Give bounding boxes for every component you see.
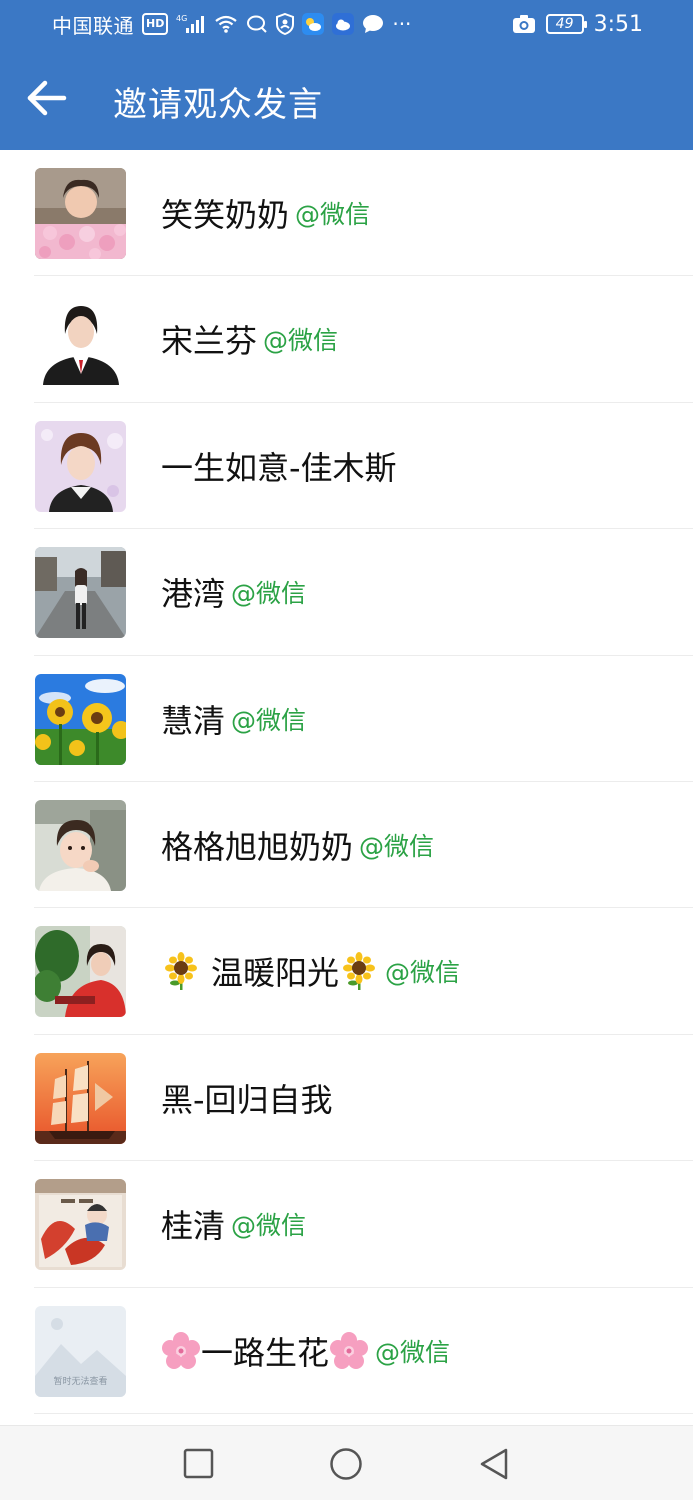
audience-name-wrap: 一路生花 @微信 bbox=[161, 1288, 450, 1414]
recents-square-icon bbox=[183, 1448, 214, 1479]
audience-name: 桂清 bbox=[161, 1207, 226, 1246]
avatar bbox=[35, 420, 126, 512]
wechat-tag: @微信 bbox=[295, 200, 371, 229]
audience-item[interactable]: 慧清 @微信 bbox=[0, 656, 693, 782]
audience-list: 笑笑奶奶 @微信 宋兰芬 @微信 一生如意-佳木斯 港湾 @微信 慧清 @微信 … bbox=[0, 150, 693, 1414]
placeholder-caption: 暂时无法查看 bbox=[53, 1375, 107, 1387]
app-bar: 邀请观众发言 bbox=[0, 48, 693, 150]
cloud-icon bbox=[332, 13, 355, 35]
wechat-tag: @微信 bbox=[231, 1211, 307, 1241]
message-search-icon bbox=[246, 13, 268, 35]
audience-name: 宋兰芬 bbox=[161, 322, 258, 361]
page-title: 邀请观众发言 bbox=[113, 85, 323, 125]
audience-name-wrap: 慧清 @微信 bbox=[161, 656, 306, 782]
network-label: 4G bbox=[176, 14, 187, 23]
audience-item[interactable]: 一生如意-佳木斯 bbox=[0, 403, 693, 530]
audience-item[interactable]: 港湾 @微信 bbox=[0, 529, 693, 656]
home-button[interactable] bbox=[326, 1444, 366, 1484]
back-button[interactable] bbox=[22, 76, 70, 120]
avatar bbox=[35, 547, 126, 639]
audience-item[interactable]: 宋兰芬 @微信 bbox=[0, 276, 693, 403]
divider bbox=[34, 1412, 693, 1414]
audience-item[interactable]: 笑笑奶奶 @微信 bbox=[0, 150, 693, 277]
hd-badge: HD bbox=[142, 13, 169, 35]
avatar bbox=[35, 1179, 126, 1271]
audience-name-wrap: 港湾 @微信 bbox=[161, 529, 306, 655]
status-bar: 中国联通 HD 4G ··· 49 3:51 bbox=[0, 0, 693, 48]
avatar bbox=[35, 673, 126, 765]
home-circle-icon bbox=[330, 1448, 362, 1480]
audience-name: 温暖阳光 bbox=[211, 954, 340, 993]
wechat-tag: @微信 bbox=[231, 705, 307, 735]
wechat-tag: @微信 bbox=[263, 326, 339, 356]
cherry-blossom-icon bbox=[329, 1331, 369, 1371]
status-time: 3:51 bbox=[593, 11, 643, 37]
chat-bubble-icon bbox=[362, 13, 384, 35]
status-left: 中国联通 HD 4G ··· bbox=[52, 12, 412, 38]
audience-name-wrap: 桂清 @微信 bbox=[161, 1161, 306, 1287]
recents-button[interactable] bbox=[178, 1444, 218, 1484]
avatar bbox=[35, 926, 126, 1018]
audience-name-wrap: 黑-回归自我 bbox=[161, 1035, 339, 1161]
avatar bbox=[35, 1052, 126, 1144]
audience-name-wrap: 格格旭旭奶奶 @微信 bbox=[161, 782, 434, 908]
status-right: 49 3:51 bbox=[512, 10, 643, 38]
sunflower-icon bbox=[339, 951, 379, 991]
shield-user-icon bbox=[276, 13, 295, 35]
audience-item[interactable]: 暂时无法查看 一路生花 @微信 bbox=[0, 1288, 693, 1414]
audience-name: 港湾 bbox=[161, 575, 226, 614]
system-nav-bar bbox=[0, 1425, 693, 1500]
audience-name: 格格旭旭奶奶 bbox=[161, 827, 354, 866]
arrow-left-icon bbox=[27, 80, 67, 116]
audience-item[interactable]: 桂清 @微信 bbox=[0, 1161, 693, 1288]
wifi-icon bbox=[214, 13, 238, 35]
wechat-tag: @微信 bbox=[359, 831, 435, 861]
wechat-tag: @微信 bbox=[231, 579, 307, 609]
avatar bbox=[35, 294, 126, 386]
nav-back-button[interactable] bbox=[474, 1444, 514, 1484]
audience-name-wrap: 笑笑奶奶 @微信 bbox=[161, 150, 370, 276]
camera-icon bbox=[512, 13, 536, 35]
audience-name: 一路生花 bbox=[201, 1333, 330, 1372]
wechat-tag: @微信 bbox=[375, 1337, 451, 1367]
more-notifications-icon: ··· bbox=[392, 12, 412, 36]
audience-name: 笑笑奶奶 bbox=[161, 196, 290, 234]
header: 中国联通 HD 4G ··· 49 3:51 邀请观众发言 bbox=[0, 0, 693, 150]
wechat-tag: @微信 bbox=[385, 958, 461, 988]
audience-name: 慧清 bbox=[161, 701, 226, 740]
audience-item[interactable]: 黑-回归自我 bbox=[0, 1035, 693, 1162]
audience-item[interactable]: 温暖阳光 @微信 bbox=[0, 908, 693, 1035]
avatar: 暂时无法查看 bbox=[35, 1305, 126, 1397]
weather-app-icon bbox=[302, 13, 325, 35]
audience-item[interactable]: 格格旭旭奶奶 @微信 bbox=[0, 782, 693, 909]
audience-name: 黑-回归自我 bbox=[161, 1080, 333, 1119]
carrier-name: 中国联通 bbox=[52, 13, 134, 38]
sunflower-icon bbox=[161, 951, 201, 991]
audience-name: 一生如意-佳木斯 bbox=[161, 448, 397, 487]
back-triangle-icon bbox=[480, 1448, 508, 1480]
audience-name-wrap: 一生如意-佳木斯 bbox=[161, 403, 403, 529]
audience-name-wrap: 温暖阳光 @微信 bbox=[161, 908, 460, 1034]
audience-name-wrap: 宋兰芬 @微信 bbox=[161, 276, 338, 402]
signal-icon: 4G bbox=[176, 13, 206, 35]
avatar bbox=[35, 168, 126, 259]
cherry-blossom-icon bbox=[161, 1331, 201, 1371]
battery-indicator: 49 bbox=[545, 14, 587, 34]
avatar bbox=[35, 799, 126, 891]
